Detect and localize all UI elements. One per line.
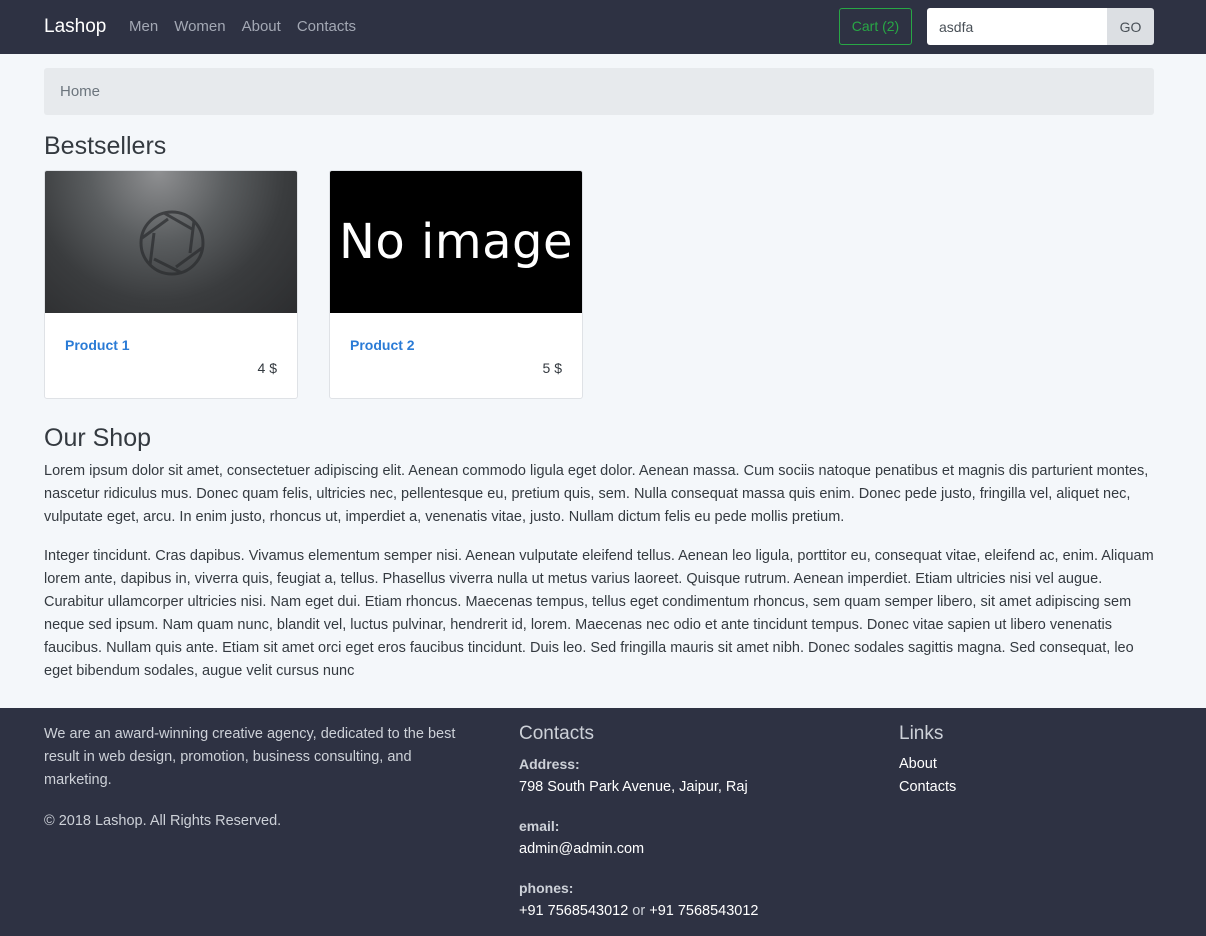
footer-phones-label: phones: xyxy=(519,880,574,896)
footer-phone-separator: or xyxy=(628,903,650,919)
product-image[interactable]: No image xyxy=(330,171,582,313)
no-image-placeholder: No image xyxy=(338,214,574,270)
search-input[interactable] xyxy=(927,8,1107,45)
product-price: 5 $ xyxy=(542,360,562,376)
nav-link-women[interactable]: Women xyxy=(174,17,225,37)
search-go-button[interactable]: GO xyxy=(1107,8,1154,45)
product-title[interactable]: Product 2 xyxy=(350,337,415,353)
product-card[interactable]: No image Product 2 5 $ xyxy=(329,170,583,399)
footer-copyright: © 2018 Lashop. All Rights Reserved. xyxy=(44,813,282,829)
breadcrumb-home[interactable]: Home xyxy=(60,83,100,100)
brand-logo[interactable]: Lashop xyxy=(44,15,106,39)
top-navbar: Lashop Men Women About Contacts Cart (2)… xyxy=(0,0,1206,54)
footer-link-contacts[interactable]: Contacts xyxy=(899,777,956,797)
footer-address-label: Address: xyxy=(519,756,580,772)
footer: We are an award-winning creative agency,… xyxy=(0,708,1206,936)
footer-link-about[interactable]: About xyxy=(899,754,937,774)
bestsellers-title: Bestsellers xyxy=(44,132,167,160)
nav-link-men[interactable]: Men xyxy=(129,17,158,37)
shop-paragraph: Lorem ipsum dolor sit amet, consectetuer… xyxy=(44,463,1149,525)
search-form: GO xyxy=(927,8,1154,45)
our-shop-title: Our Shop xyxy=(44,424,152,452)
nav-link-contacts[interactable]: Contacts xyxy=(297,17,356,37)
footer-address: 798 South Park Avenue, Jaipur, Raj xyxy=(519,779,748,795)
footer-email-label: email: xyxy=(519,818,560,834)
footer-links-heading: Links xyxy=(899,723,944,744)
camera-shutter-icon xyxy=(139,210,205,276)
footer-phone-2: +91 7568543012 xyxy=(649,903,759,919)
product-image[interactable] xyxy=(45,171,297,313)
product-price: 4 $ xyxy=(257,360,277,376)
footer-phone-1: +91 7568543012 xyxy=(519,903,629,919)
footer-contacts-heading: Contacts xyxy=(519,723,594,744)
cart-button[interactable]: Cart (2) xyxy=(839,8,912,45)
breadcrumb: Home xyxy=(44,68,1154,115)
nav-link-about[interactable]: About xyxy=(242,17,281,37)
footer-about-text: We are an award-winning creative agency,… xyxy=(44,726,456,788)
shop-paragraph: Integer tincidunt. Cras dapibus. Vivamus… xyxy=(44,548,1154,679)
product-card[interactable]: Product 1 4 $ xyxy=(44,170,298,399)
product-title[interactable]: Product 1 xyxy=(65,337,130,353)
nav-links: Men Women About Contacts xyxy=(129,17,372,37)
footer-email: admin@admin.com xyxy=(519,841,645,857)
footer-phones: +91 7568543012 or +91 7568543012 xyxy=(519,901,759,921)
